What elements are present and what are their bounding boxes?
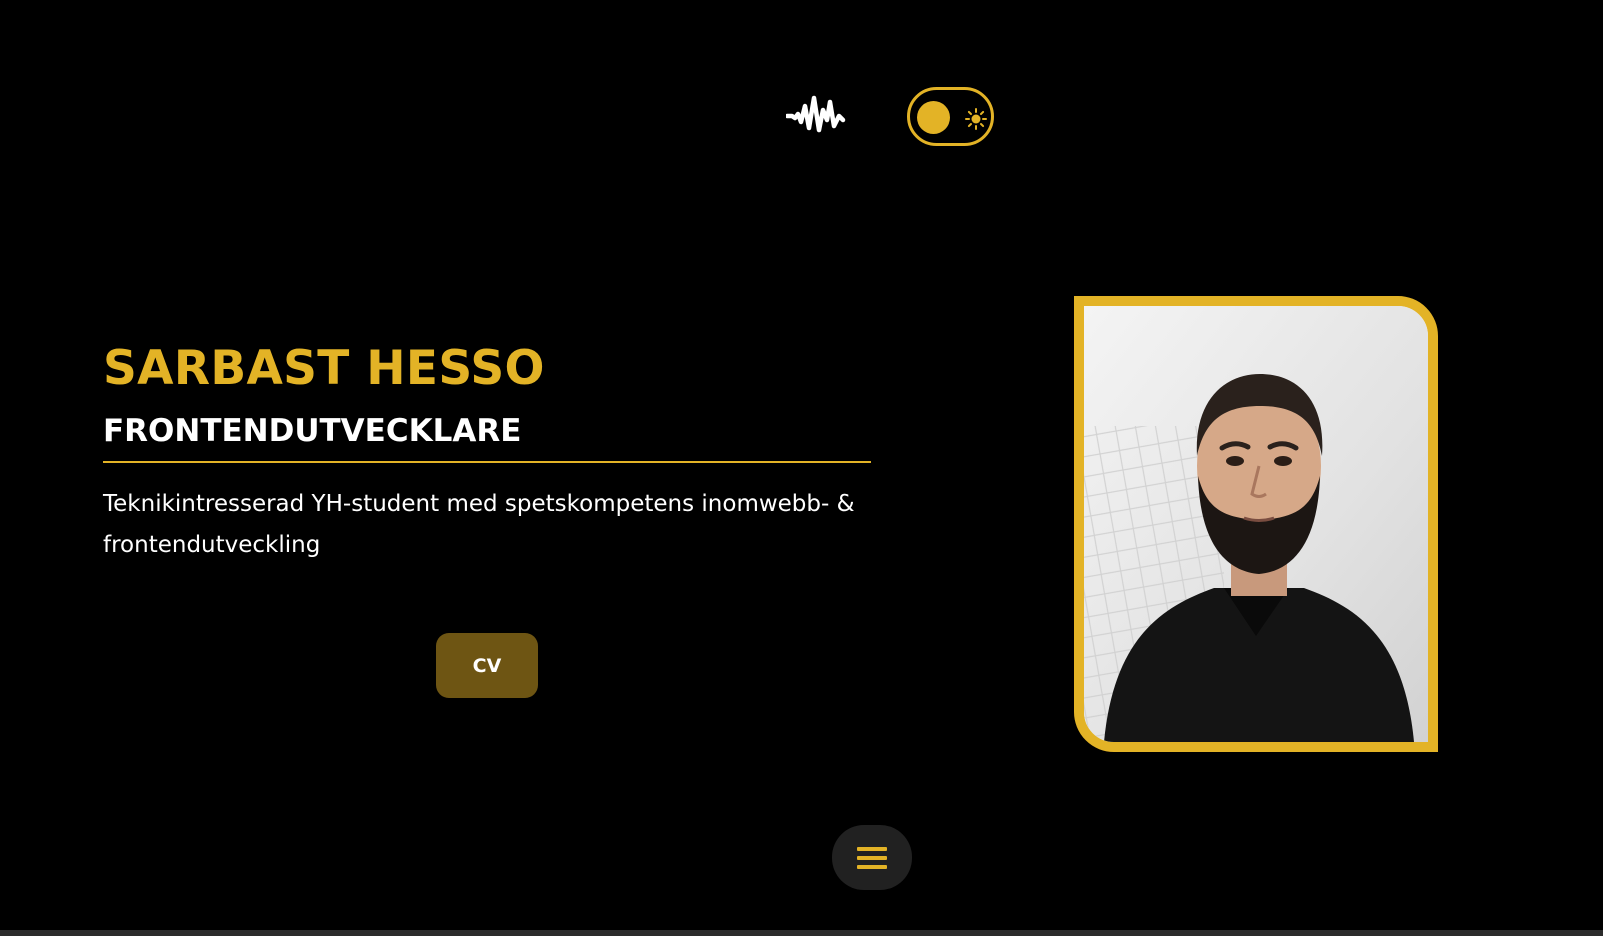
person-name: SARBAST HESSO	[103, 341, 545, 396]
sun-icon	[965, 108, 987, 130]
menu-button[interactable]	[832, 825, 912, 890]
audiomack-logo-icon[interactable]	[784, 92, 848, 138]
bottom-scrollbar[interactable]	[0, 930, 1603, 936]
hero-text-block: SARBAST HESSO FRONTENDUTVECKLARE Tekniki…	[103, 338, 871, 566]
cv-button[interactable]: CV	[436, 633, 538, 698]
portrait-image	[1084, 306, 1428, 742]
theme-toggle[interactable]	[907, 87, 994, 146]
profile-photo	[1074, 296, 1438, 752]
job-title: FRONTENDUTVECKLARE	[103, 410, 871, 463]
toggle-knob	[917, 101, 950, 134]
tagline: Teknikintresserad YH-student med spetsko…	[103, 491, 855, 558]
hamburger-menu-icon	[857, 846, 887, 869]
